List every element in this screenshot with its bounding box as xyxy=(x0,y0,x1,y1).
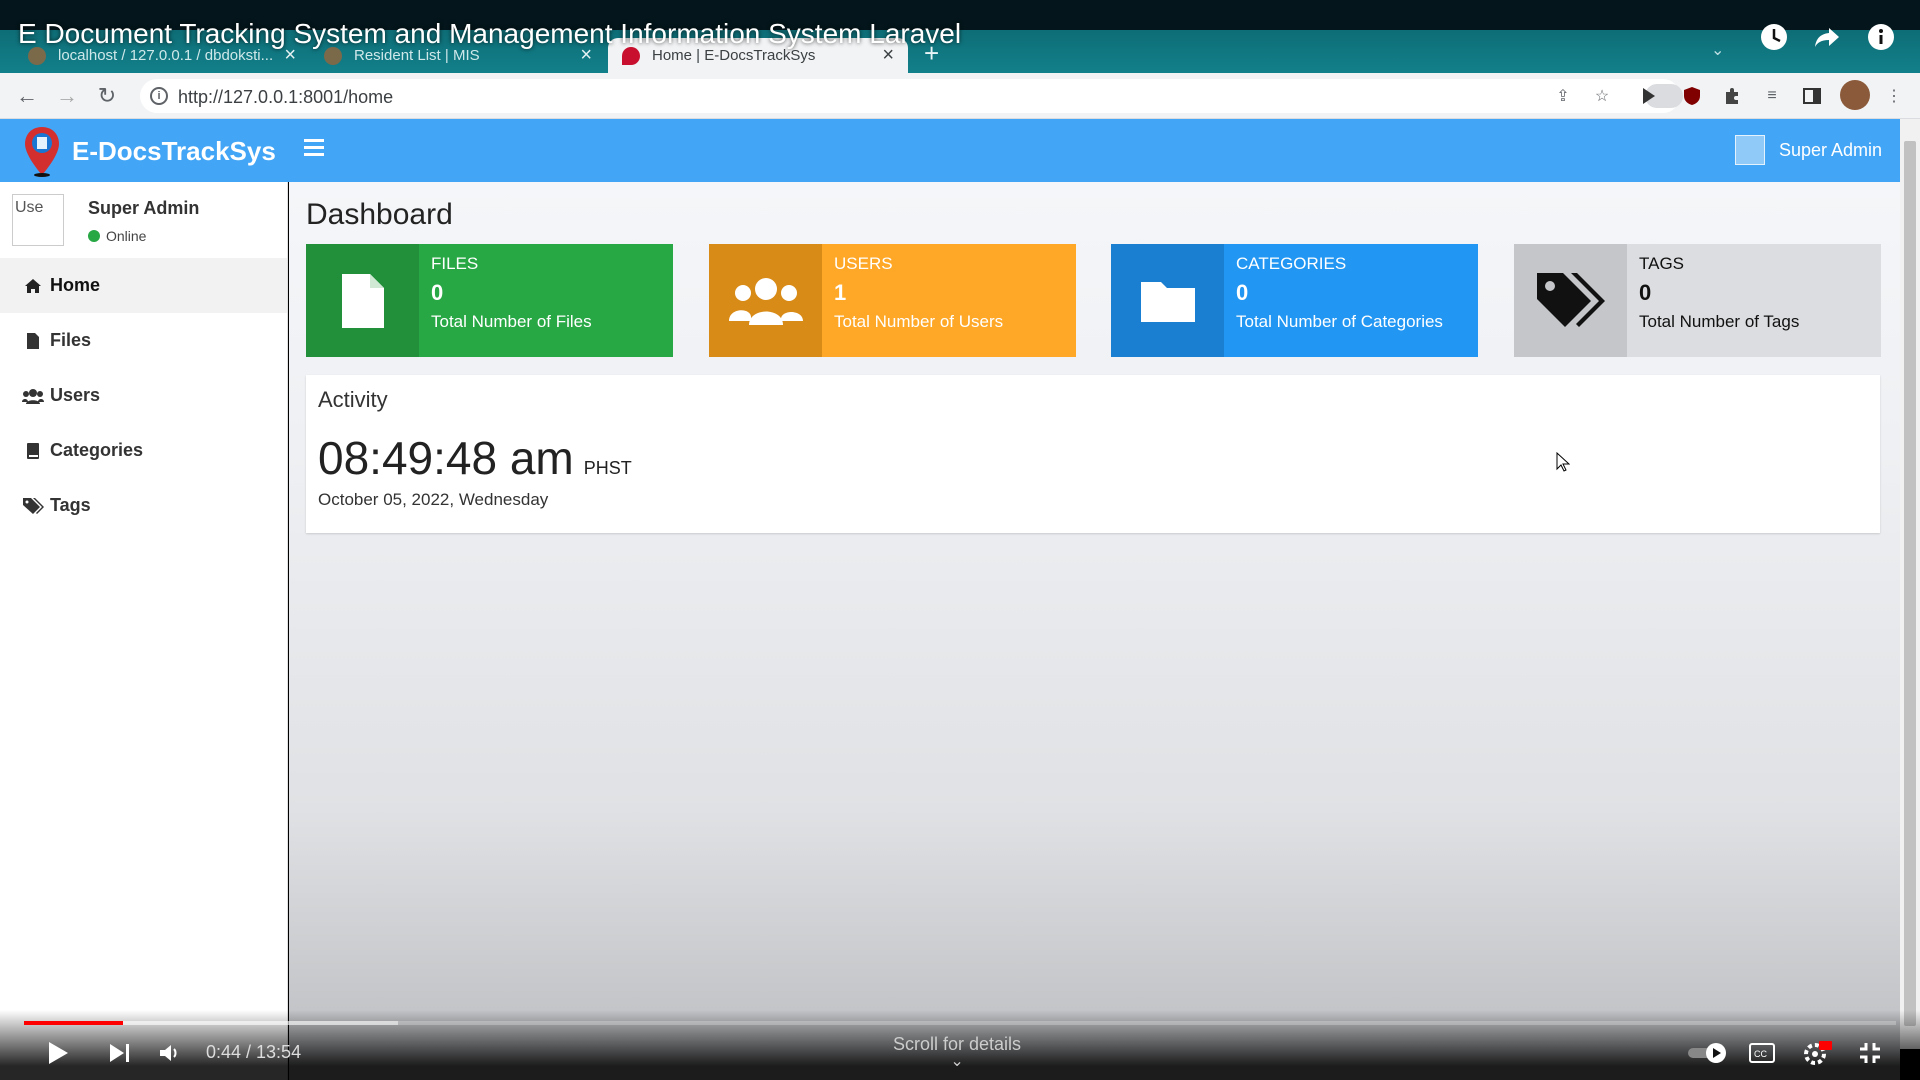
tab-search-chevron-icon[interactable]: ⌄ xyxy=(1711,40,1724,60)
sidebar-item-tags[interactable]: Tags xyxy=(0,478,287,533)
video-title[interactable]: E Document Tracking System and Managemen… xyxy=(18,18,961,50)
side-panel-icon[interactable] xyxy=(1800,84,1824,108)
app-header: E-DocsTrackSys Super Admin xyxy=(0,119,1900,182)
info-box-value: 0 xyxy=(1639,280,1652,305)
browser-toolbar: ← → ↻ i http://127.0.0.1:8001/home ⇪ ☆ ≡… xyxy=(0,73,1920,119)
info-box-label: FILES xyxy=(431,254,479,273)
page-scrollbar[interactable] xyxy=(1900,119,1920,1049)
settings-gear-icon[interactable] xyxy=(1800,1038,1836,1068)
extension-cursor-icon[interactable] xyxy=(1637,84,1661,108)
sidebar-item-label: Users xyxy=(50,385,101,405)
avatar: Use xyxy=(12,194,64,246)
media-queue-icon[interactable]: ≡ xyxy=(1760,84,1784,108)
sidebar-item-files[interactable]: Files xyxy=(0,313,287,368)
brand-link[interactable]: E-DocsTrackSys xyxy=(22,125,276,177)
bookmark-star-icon[interactable]: ☆ xyxy=(1590,84,1614,108)
address-bar[interactable]: i http://127.0.0.1:8001/home ⇪ ☆ xyxy=(140,79,1683,113)
video-progress-bar[interactable] xyxy=(24,1021,1896,1025)
volume-icon[interactable] xyxy=(152,1038,188,1068)
info-icon[interactable] xyxy=(1862,18,1900,56)
brand-name: E-DocsTrackSys xyxy=(72,135,276,166)
forward-icon[interactable]: → xyxy=(52,81,82,111)
user-status: Online xyxy=(88,228,146,244)
sidebar-toggle-icon[interactable] xyxy=(304,139,324,159)
ublock-shield-icon[interactable] xyxy=(1680,84,1704,108)
watch-later-icon[interactable] xyxy=(1755,18,1793,56)
autoplay-toggle[interactable] xyxy=(1686,1038,1730,1068)
book-icon xyxy=(22,442,44,460)
activity-date: October 05, 2022, Wednesday xyxy=(318,490,549,509)
svg-text:CC: CC xyxy=(1754,1049,1767,1059)
reload-icon[interactable]: ↻ xyxy=(92,81,122,111)
tags-info-box: TAGS 0 Total Number of Tags xyxy=(1514,244,1881,357)
clock-timezone: PHST xyxy=(583,458,632,478)
info-box-label: CATEGORIES xyxy=(1236,254,1347,273)
sidebar-item-label: Categories xyxy=(50,440,144,460)
user-image-icon xyxy=(1734,135,1765,165)
info-box-description: Total Number of Tags xyxy=(1639,312,1800,331)
online-status-icon xyxy=(88,230,100,242)
info-box-label: TAGS xyxy=(1639,254,1685,273)
browser-menu-icon[interactable]: ⋮ xyxy=(1882,84,1906,108)
back-icon[interactable]: ← xyxy=(12,81,42,111)
user-panel: Use Super Admin Online xyxy=(12,194,282,258)
home-icon xyxy=(22,277,44,295)
header-user-name: Super Admin xyxy=(1778,139,1882,160)
extensions-puzzle-icon[interactable] xyxy=(1720,84,1744,108)
categories-info-box: CATEGORIES 0 Total Number of Categories xyxy=(1111,244,1478,357)
activity-card: Activity 08:49:48 am PHST October 05, 202… xyxy=(306,375,1880,533)
activity-clock: 08:49:48 am PHST xyxy=(318,431,632,485)
sidebar-item-home[interactable]: Home xyxy=(0,258,287,313)
page-title: Dashboard xyxy=(306,198,453,231)
sidebar-item-label: Files xyxy=(50,330,92,350)
share-page-icon[interactable]: ⇪ xyxy=(1551,84,1575,108)
folder-icon xyxy=(1111,244,1224,357)
sidebar-menu: Home Files Users Categories Tags xyxy=(0,258,287,533)
sidebar: Use Super Admin Online Home Files Users … xyxy=(0,182,288,1080)
user-menu[interactable]: Super Admin xyxy=(1734,135,1882,165)
sidebar-user-name[interactable]: Super Admin xyxy=(88,198,199,219)
video-time: 0:44 / 13:54 xyxy=(206,1042,302,1062)
next-video-icon[interactable] xyxy=(102,1038,138,1068)
scroll-for-details[interactable]: Scroll for details ⌄ xyxy=(893,1034,1022,1070)
file-icon xyxy=(22,332,44,350)
url-text[interactable]: http://127.0.0.1:8001/home xyxy=(178,87,393,108)
info-box-description: Total Number of Categories xyxy=(1236,312,1443,331)
share-icon[interactable] xyxy=(1808,18,1846,56)
files-info-box: FILES 0 Total Number of Files xyxy=(306,244,673,357)
users-icon xyxy=(22,387,44,405)
info-box-value: 0 xyxy=(431,280,444,305)
user-status-label: Online xyxy=(106,228,147,244)
play-icon[interactable] xyxy=(40,1038,76,1068)
profile-avatar-icon[interactable] xyxy=(1840,80,1870,110)
sidebar-item-users[interactable]: Users xyxy=(0,368,287,423)
activity-title: Activity xyxy=(318,387,388,412)
main-content: Dashboard FILES 0 Total Number of Files … xyxy=(289,182,1900,1080)
tags-icon xyxy=(22,497,44,515)
tags-icon xyxy=(1514,244,1627,357)
sidebar-item-categories[interactable]: Categories xyxy=(0,423,287,478)
sidebar-item-label: Tags xyxy=(50,495,91,515)
info-box-description: Total Number of Files xyxy=(431,312,592,331)
scrollbar-thumb[interactable] xyxy=(1904,141,1916,1026)
file-icon xyxy=(306,244,419,357)
info-box-description: Total Number of Users xyxy=(834,312,1004,331)
scroll-for-details-label: Scroll for details xyxy=(893,1034,1022,1054)
users-icon xyxy=(709,244,822,357)
info-box-label: USERS xyxy=(834,254,893,273)
mouse-cursor-icon xyxy=(1556,452,1570,472)
captions-icon[interactable]: CC xyxy=(1744,1038,1780,1068)
clock-time: 08:49:48 am xyxy=(318,432,574,484)
info-box-value: 0 xyxy=(1236,280,1249,305)
chevron-down-icon: ⌄ xyxy=(950,1053,964,1070)
site-info-icon[interactable]: i xyxy=(150,87,168,105)
video-played-bar xyxy=(24,1021,124,1025)
exit-fullscreen-icon[interactable] xyxy=(1852,1038,1888,1068)
users-info-box: USERS 1 Total Number of Users xyxy=(709,244,1076,357)
brand-logo-icon xyxy=(25,127,59,177)
info-box-value: 1 xyxy=(834,280,847,305)
sidebar-item-label: Home xyxy=(50,275,101,295)
